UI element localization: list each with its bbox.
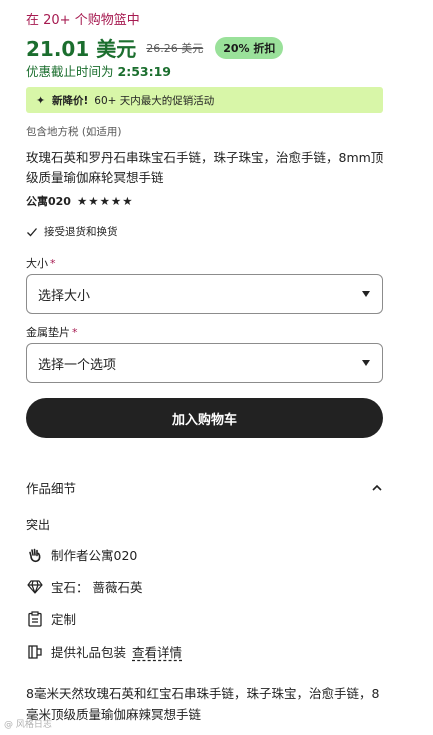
current-price: 21.01 美元 [26,37,137,61]
promo-bold: 新降价! [52,94,89,107]
product-title: 玫瑰石英和罗丹石串珠宝石手链，珠子珠宝，治愈手链，8mm顶级质量瑜伽麻轮冥想手链 [26,150,384,185]
shop-row: 公寓020 ★★★★★ [26,193,134,209]
shop-name-link[interactable]: 公寓020 [26,193,71,209]
rating-stars[interactable]: ★★★★★ [77,194,134,208]
gemstone-row: 宝石： 蔷薇石英 [26,577,142,596]
highlights-label: 突出 [26,518,51,532]
gift-details-link[interactable]: 查看详情 [132,642,182,661]
returns-text: 接受退货和换货 [44,226,118,238]
custom-row: 定制 [26,609,76,628]
size-label-text: 大小 [26,257,48,270]
hand-wave-icon [26,546,44,564]
maker-text: 制作者公寓020 [51,548,138,563]
item-description: 8毫米天然玫瑰石英和红宝石串珠手链，珠子珠宝，治愈手链，8毫米顶级质量瑜伽麻辣冥… [26,686,380,722]
metal-select[interactable]: 选择一个选项 [26,343,383,383]
chevron-up-icon [372,484,382,491]
metal-label: 金属垫片 * [26,324,78,340]
sale-countdown: 优惠截止时间为 2:53:19 [26,61,171,80]
maker-row: 制作者公寓020 [26,545,137,564]
gemstone-text: 宝石： 蔷薇石英 [51,580,143,595]
metal-label-text: 金属垫片 [26,326,70,339]
size-select-value: 选择大小 [38,288,91,304]
watermark: @ 风格日志 [4,720,52,730]
required-mark: * [50,257,56,270]
sale-timer: 2:53:19 [117,64,172,79]
discount-badge: 20% 折扣 [215,36,284,59]
returns-row: 接受退货和换货 [26,224,118,239]
price-row: 21.01 美元 26.26 美元 20% 折扣 [26,33,284,62]
required-mark: * [72,326,78,339]
promo-text: 60+ 天内最大的促销活动 [94,94,215,107]
add-to-cart-button[interactable]: 加入购物车 [26,398,383,438]
gift-wrap-text: 提供礼品包装 [51,645,127,660]
caret-down-icon [362,291,370,297]
item-details-heading: 作品细节 [26,481,77,496]
sparkle-icon: ✦ [36,93,46,107]
size-select[interactable]: 选择大小 [26,274,383,314]
clipboard-icon [26,610,44,628]
tax-note: 包含地方税 (如适用) [26,126,122,138]
diamond-icon [26,578,44,596]
original-price: 26.26 美元 [146,41,204,55]
promo-banner: ✦ 新降价! 60+ 天内最大的促销活动 [26,87,383,113]
basket-count-text: 在 20+ 个购物篮中 [26,13,140,28]
check-icon [27,227,37,236]
item-details-toggle[interactable]: 作品细节 [26,478,383,497]
sale-prefix: 优惠截止时间为 [26,64,114,79]
metal-select-value: 选择一个选项 [38,357,117,373]
gift-wrap-icon [26,643,44,661]
gift-wrap-row: 提供礼品包装 查看详情 [26,642,182,661]
size-label: 大小 * [26,255,56,271]
custom-text: 定制 [51,612,77,627]
caret-down-icon [362,360,370,366]
